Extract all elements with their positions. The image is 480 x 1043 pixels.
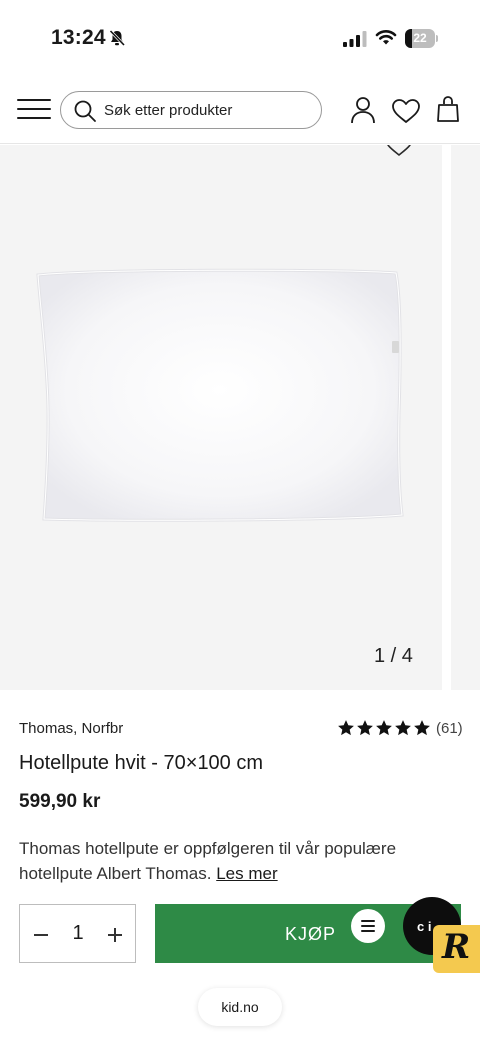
product-brand[interactable]: Thomas, Norfbr — [19, 720, 123, 737]
product-price: 599,90 kr — [19, 791, 101, 812]
star-icon — [357, 720, 373, 736]
wishlist-heart-icon[interactable] — [384, 145, 414, 157]
battery-icon: 22 — [405, 29, 438, 48]
review-badge-logo: R — [442, 927, 471, 967]
signal-icon — [343, 31, 367, 47]
site-header — [0, 78, 480, 144]
quantity-stepper[interactable]: 1 — [19, 904, 136, 963]
product-rating[interactable]: (61) — [337, 718, 463, 738]
rating-count: (61) — [436, 719, 463, 737]
star-icon — [395, 720, 411, 736]
browser-url-pill[interactable]: kid.no — [198, 988, 282, 1026]
list-menu-icon[interactable] — [351, 909, 385, 943]
wifi-icon — [375, 30, 397, 45]
product-description: Thomas hotellpute er oppfølgeren til vår… — [19, 836, 439, 886]
gallery-counter: 1 / 4 — [374, 645, 413, 667]
bell-slash-icon — [109, 29, 126, 47]
review-badge[interactable]: R — [433, 925, 480, 973]
search-icon — [74, 100, 96, 122]
quantity-value[interactable]: 1 — [60, 922, 96, 945]
status-bar: 13:24 22 — [0, 0, 480, 78]
gallery-slide[interactable]: 1 / 4 — [0, 145, 442, 690]
status-time: 13:24 — [51, 26, 106, 49]
star-icon — [376, 720, 392, 736]
description-text: Thomas hotellpute er oppfølgeren til vår… — [19, 839, 397, 883]
quantity-decrease-button[interactable] — [32, 923, 50, 945]
search-box[interactable] — [60, 91, 322, 129]
product-image — [36, 268, 404, 522]
product-gallery[interactable]: 1 / 4 — [0, 145, 480, 690]
gallery-next-slide[interactable] — [451, 145, 480, 690]
menu-icon[interactable] — [17, 96, 51, 122]
buy-button-label: KJØP — [285, 924, 337, 944]
bag-icon[interactable] — [436, 95, 460, 123]
battery-level: 22 — [413, 31, 427, 45]
heart-icon[interactable] — [391, 98, 421, 124]
search-input[interactable] — [104, 92, 314, 128]
product-title: Hotellpute hvit - 70×100 cm — [19, 752, 264, 774]
star-icon — [338, 720, 354, 736]
quantity-increase-button[interactable] — [106, 923, 124, 945]
chat-widget-text: c i — [417, 919, 432, 934]
read-more-link[interactable]: Les mer — [216, 864, 277, 883]
rating-stars — [337, 719, 431, 737]
star-icon — [414, 720, 430, 736]
user-icon[interactable] — [350, 96, 376, 124]
